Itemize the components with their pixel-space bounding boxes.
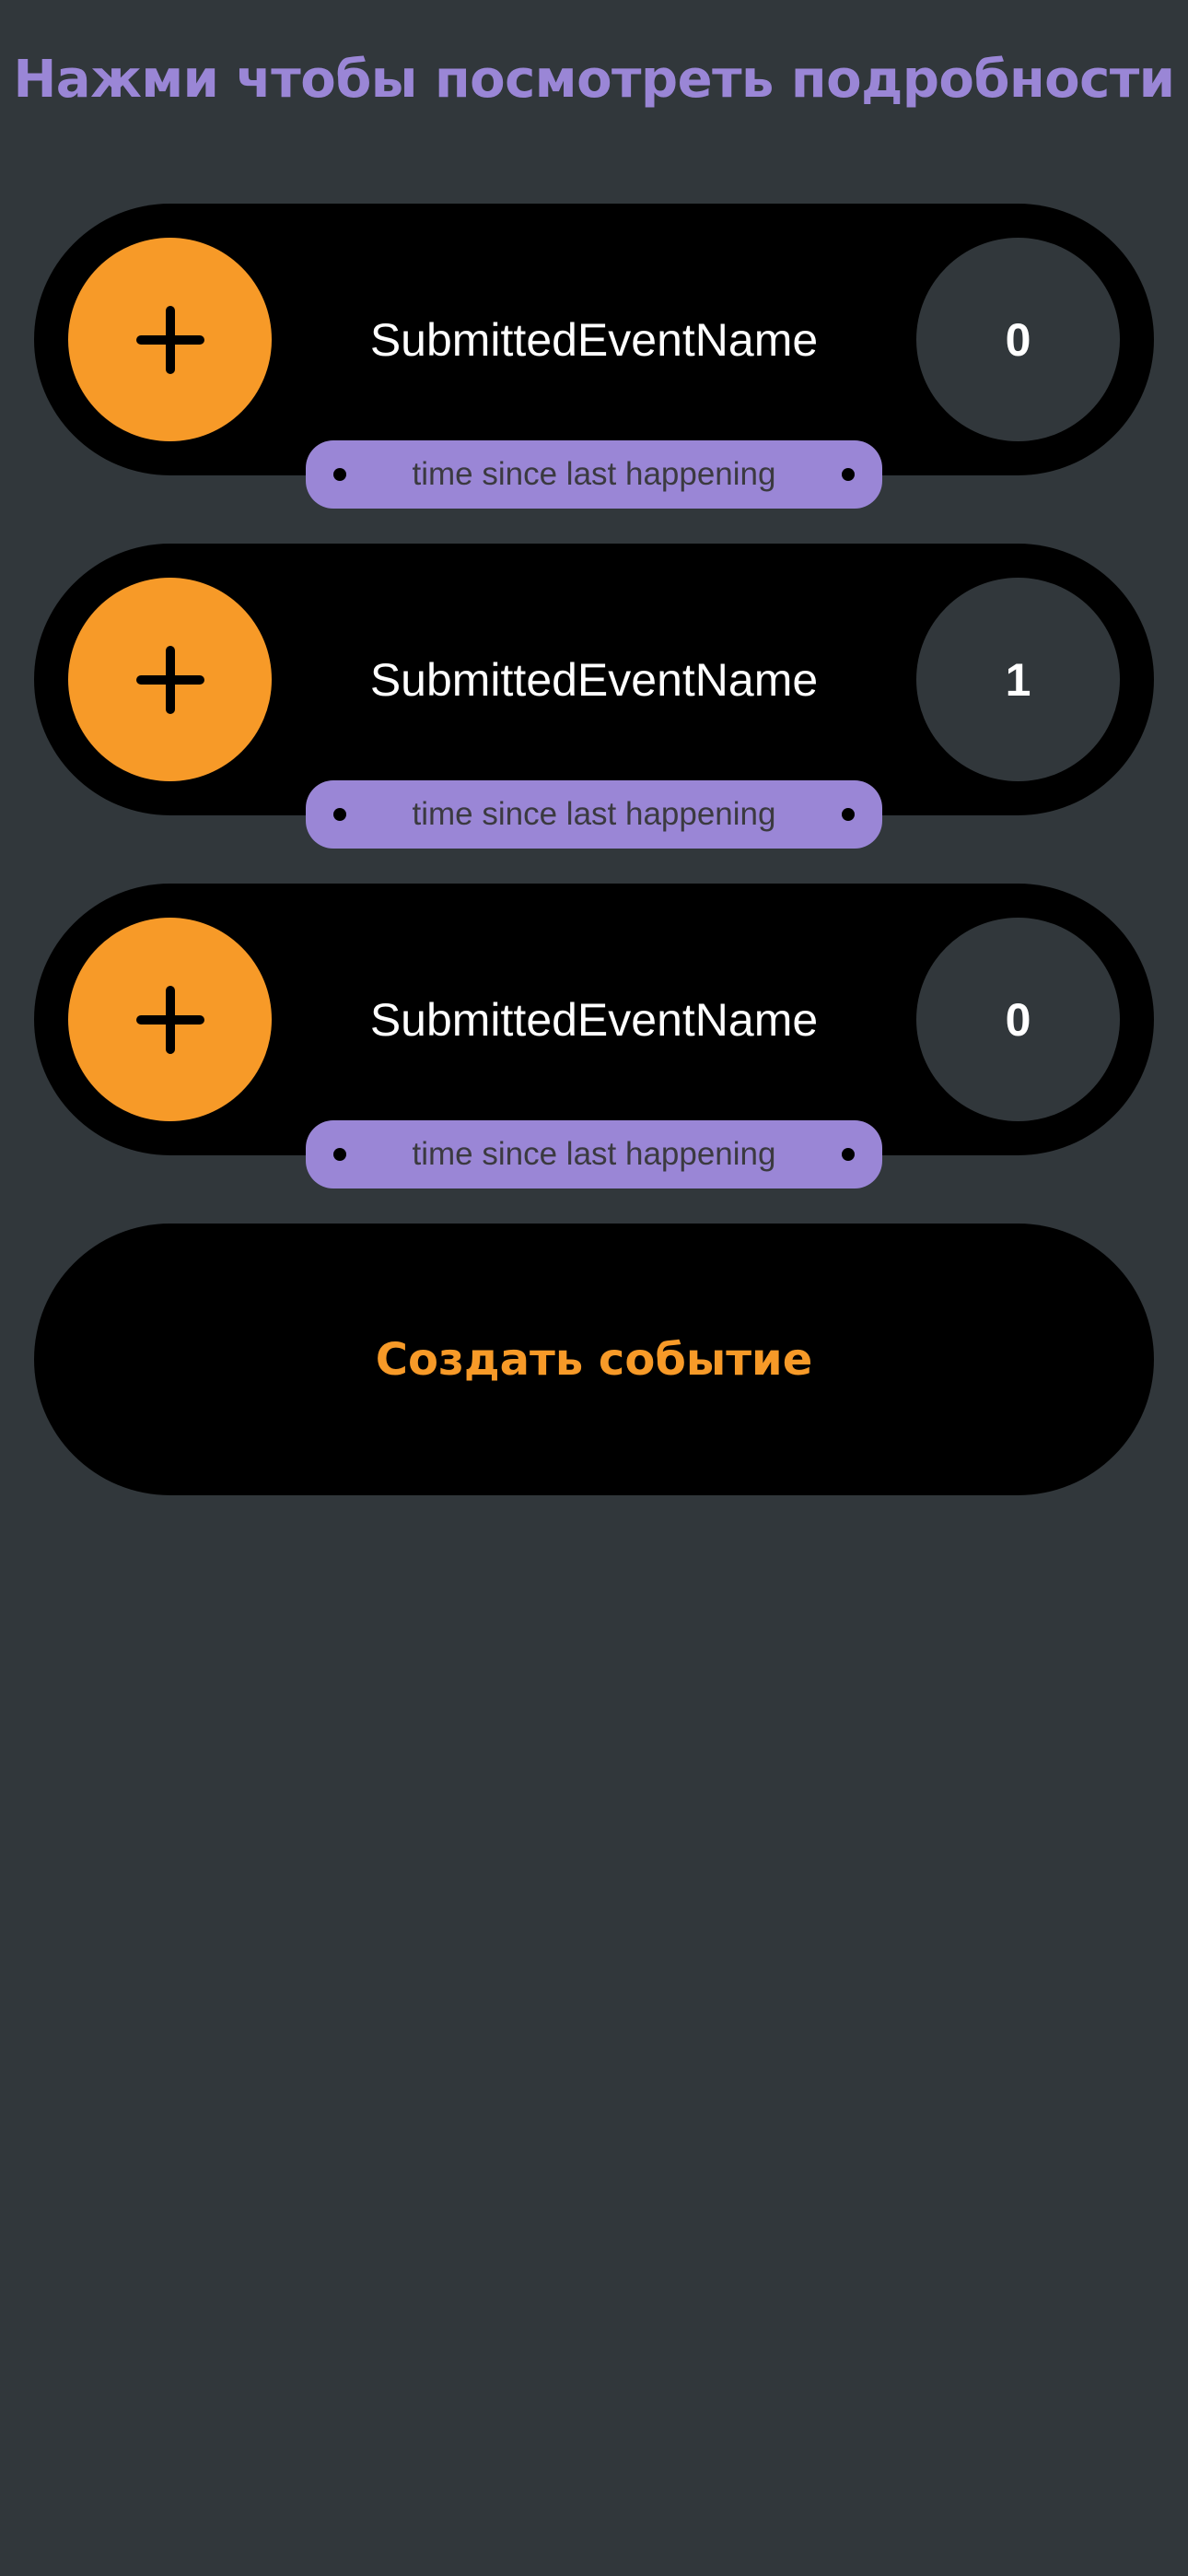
event-row[interactable]: SubmittedEventName 1 time since last hap… (34, 544, 1154, 849)
event-row[interactable]: SubmittedEventName 0 time since last hap… (34, 884, 1154, 1188)
event-counter: 0 (916, 238, 1120, 441)
plus-icon (135, 985, 204, 1054)
increment-button[interactable] (68, 238, 272, 441)
event-name: SubmittedEventName (369, 313, 819, 366)
time-since-badge: time since last happening (306, 780, 882, 849)
badge-dot-left (333, 808, 346, 821)
event-counter: 0 (916, 918, 1120, 1121)
badge-dot-right (842, 1148, 855, 1161)
time-since-label: time since last happening (412, 1136, 776, 1172)
plus-icon (135, 645, 204, 714)
event-name: SubmittedEventName (369, 993, 819, 1046)
increment-button[interactable] (68, 918, 272, 1121)
badge-dot-right (842, 808, 855, 821)
plus-icon (135, 305, 204, 374)
badge-dot-right (842, 468, 855, 481)
time-since-badge: time since last happening (306, 440, 882, 509)
event-counter: 1 (916, 578, 1120, 781)
event-row[interactable]: SubmittedEventName 0 time since last hap… (34, 204, 1154, 509)
time-since-badge: time since last happening (306, 1120, 882, 1188)
time-since-label: time since last happening (412, 796, 776, 832)
page-title: Нажми чтобы посмотреть подробности (13, 50, 1175, 110)
increment-button[interactable] (68, 578, 272, 781)
event-list: SubmittedEventName 0 time since last hap… (34, 204, 1154, 1224)
time-since-label: time since last happening (412, 456, 776, 492)
event-name: SubmittedEventName (369, 653, 819, 706)
badge-dot-left (333, 1148, 346, 1161)
create-event-button[interactable]: Создать событие (34, 1224, 1154, 1495)
badge-dot-left (333, 468, 346, 481)
